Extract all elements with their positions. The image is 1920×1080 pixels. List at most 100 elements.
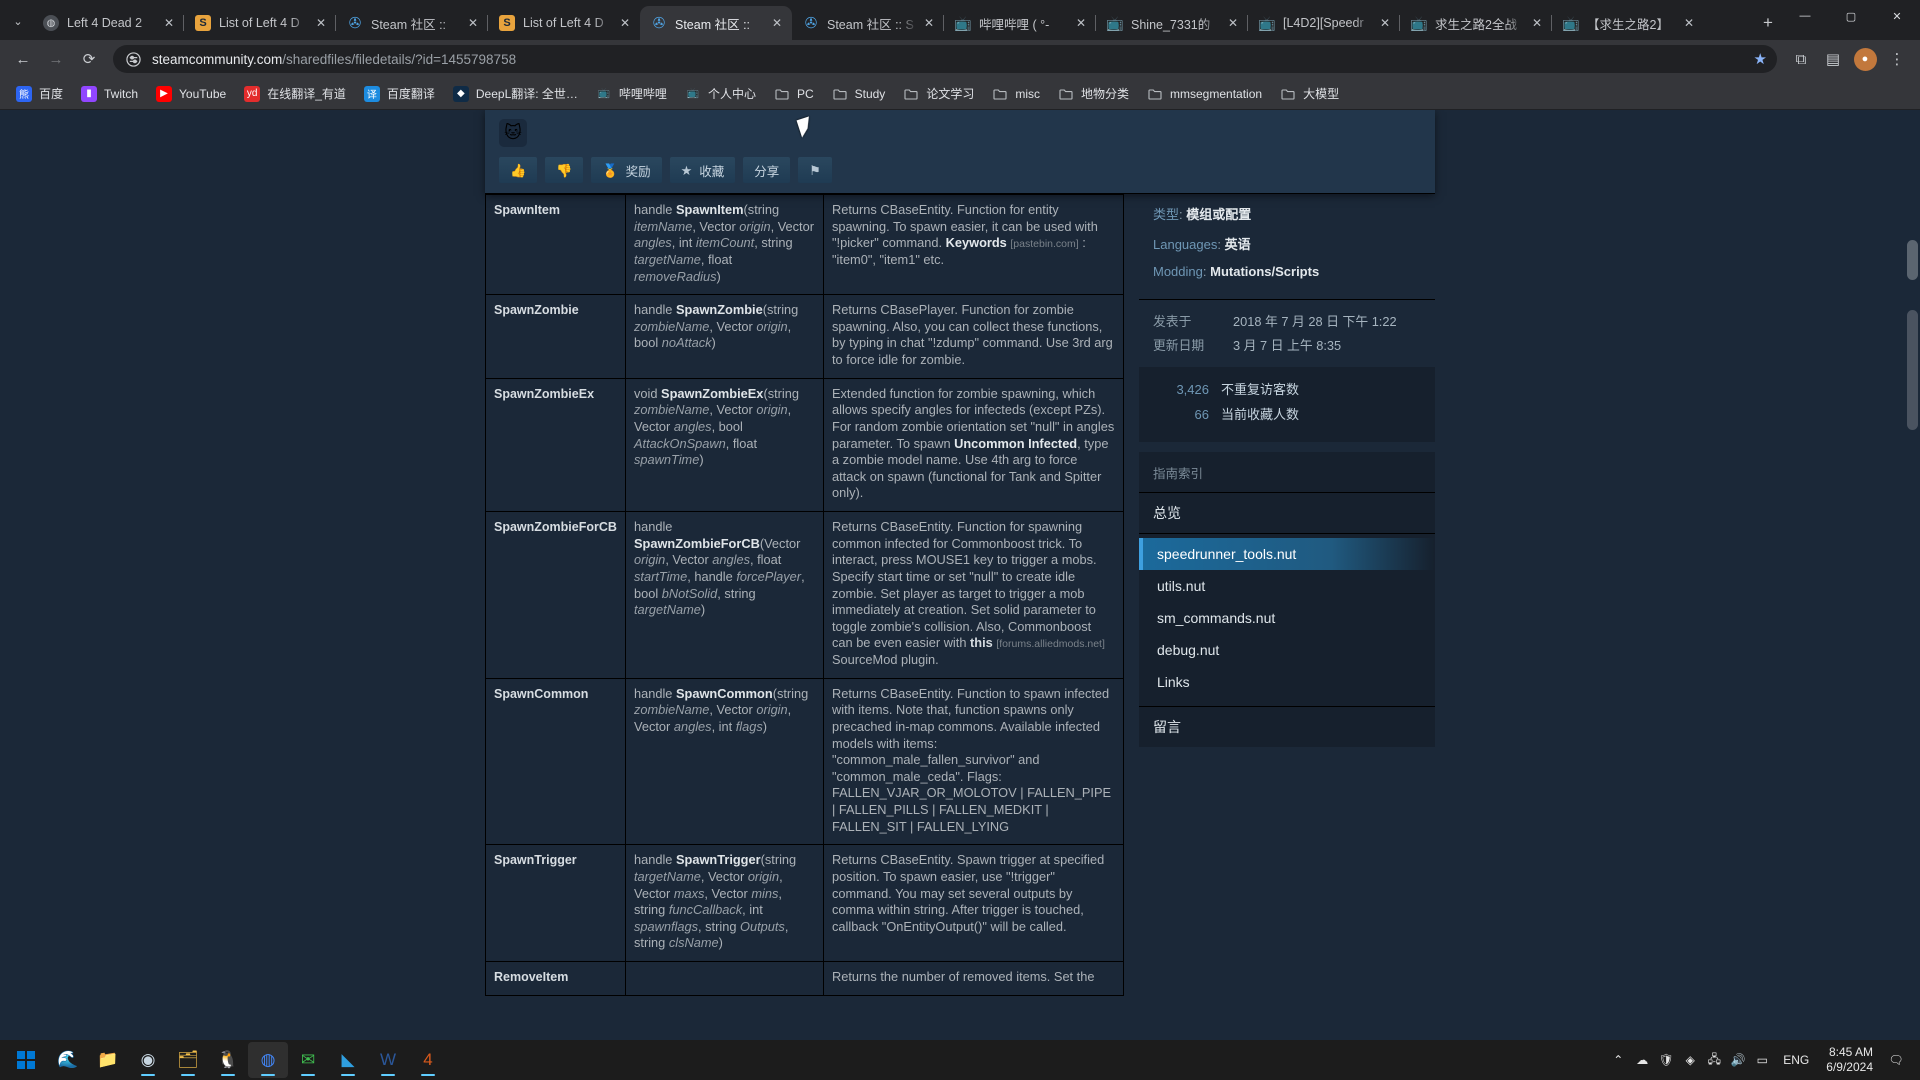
browser-tab[interactable]: ✇ Steam 社区 :: ✕ <box>335 6 488 40</box>
index-item-overview[interactable]: 总览 <box>1139 493 1435 534</box>
browser-tab[interactable]: ✇ Steam 社区 :: ✕ <box>640 6 792 40</box>
language-indicator[interactable]: ENG <box>1777 1053 1815 1067</box>
extensions-icon[interactable]: ⧉ <box>1786 44 1816 74</box>
browser-tab[interactable]: ✇ Steam 社区 :: S ✕ <box>792 6 944 40</box>
tab-close-button[interactable]: ✕ <box>920 14 938 32</box>
bookmark-item[interactable]: 译百度翻译 <box>356 82 443 106</box>
index-item[interactable]: debug.nut <box>1139 634 1435 666</box>
bookmark-star-icon[interactable]: ★ <box>1754 50 1767 68</box>
chevron-up-icon[interactable]: ⌃ <box>1606 1045 1630 1075</box>
tab-close-button[interactable]: ✕ <box>1376 14 1394 32</box>
tab-title: [L4D2][Speedr <box>1283 16 1364 30</box>
notification-center-icon[interactable]: 🗨 <box>1884 1045 1908 1075</box>
start-button[interactable] <box>4 1042 48 1078</box>
bookmark-item[interactable]: Study <box>824 82 894 106</box>
page-scrollbar[interactable] <box>1905 110 1920 1040</box>
forward-button[interactable]: → <box>41 44 71 74</box>
taskbar-qq-icon[interactable]: 🐧 <box>208 1042 248 1078</box>
bookmark-item[interactable]: 大模型 <box>1272 82 1347 106</box>
back-button[interactable]: ← <box>8 44 38 74</box>
taskbar-word-icon[interactable]: W <box>368 1042 408 1078</box>
taskbar-edge-icon[interactable]: 🌊 <box>48 1042 88 1078</box>
taskbar-explorer-icon[interactable]: 📁 <box>88 1042 128 1078</box>
award-button[interactable]: 🏅 奖励 <box>591 157 662 183</box>
taskbar-files-icon[interactable]: 🗂 <box>168 1042 208 1078</box>
taskbar-vscode-icon[interactable]: ◣ <box>328 1042 368 1078</box>
tab-close-button[interactable]: ✕ <box>616 14 634 32</box>
bookmark-item[interactable]: ◆ DeepL翻译: 全世… <box>445 82 586 106</box>
bookmark-item[interactable]: ▮ Twitch <box>73 82 146 106</box>
maximize-button[interactable]: ▢ <box>1828 0 1874 32</box>
bookmark-item[interactable]: mmsegmentation <box>1139 82 1270 106</box>
profile-avatar[interactable]: ● <box>1850 44 1880 74</box>
index-item[interactable]: Links <box>1139 666 1435 698</box>
thumbs-down-button[interactable]: 👎 <box>545 157 584 183</box>
bookmark-item[interactable]: 📺 个人中心 <box>677 82 764 106</box>
thumbs-up-button[interactable]: 👍 <box>499 157 538 183</box>
bookmark-item[interactable]: 熊百度 <box>8 82 71 106</box>
bookmark-item[interactable]: ▶ YouTube <box>148 82 234 106</box>
tab-close-button[interactable]: ✕ <box>312 14 330 32</box>
detail-type: 类型: 模组或配置 <box>1153 207 1252 222</box>
browser-tab[interactable]: 📺 [L4D2][Speedr ✕ <box>1247 6 1400 40</box>
new-tab-button[interactable]: + <box>1754 9 1782 37</box>
bookmark-item[interactable]: misc <box>984 82 1048 106</box>
clock[interactable]: 8:45 AM 6/9/2024 <box>1818 1045 1881 1075</box>
bilibili-icon: 📺 <box>1258 14 1276 31</box>
network-icon[interactable]: 🖧 <box>1702 1045 1726 1075</box>
tab-close-button[interactable]: ✕ <box>160 14 178 32</box>
taskbar-chrome-icon[interactable]: ◍ <box>248 1042 288 1078</box>
site-settings-icon[interactable] <box>125 51 141 67</box>
chrome-menu-button[interactable]: ⋮ <box>1882 44 1912 74</box>
bookmark-item[interactable]: PC <box>766 82 822 106</box>
share-button[interactable]: 分享 <box>743 157 791 183</box>
browser-tab[interactable]: 📺 【求生之路2】 ✕ <box>1551 6 1704 40</box>
battery-icon[interactable]: ▭ <box>1750 1045 1774 1075</box>
index-item[interactable]: utils.nut <box>1139 570 1435 602</box>
detail-languages: Languages: 英语 <box>1153 237 1251 252</box>
app-tray-icon[interactable]: ◈ <box>1678 1045 1702 1075</box>
flag-button[interactable]: ⚑ <box>798 157 832 183</box>
index-item[interactable]: sm_commands.nut <box>1139 602 1435 634</box>
tab-search-button[interactable]: ⌄ <box>4 4 32 38</box>
media-control-icon[interactable]: ▤ <box>1818 44 1848 74</box>
bookmark-label: misc <box>1015 86 1040 101</box>
tab-close-button[interactable]: ✕ <box>464 14 482 32</box>
tab-close-button[interactable]: ✕ <box>1528 14 1546 32</box>
bookmark-item[interactable]: 📺 哔哩哔哩 <box>588 82 675 106</box>
reload-button[interactable]: ⟳ <box>74 44 104 74</box>
close-window-button[interactable]: ✕ <box>1874 0 1920 32</box>
taskbar-l4d2-icon[interactable]: 4 <box>408 1042 448 1078</box>
cloud-icon[interactable]: ☁ <box>1630 1045 1654 1075</box>
browser-tab[interactable]: S List of Left 4 D ✕ <box>183 6 336 40</box>
tab-close-button[interactable]: ✕ <box>1680 14 1698 32</box>
bookmark-item[interactable]: yd 在线翻译_有道 <box>236 82 354 106</box>
bookmark-label: 哔哩哔哩 <box>618 87 667 101</box>
browser-tab[interactable]: 📺 Shine_7331的 ✕ <box>1095 6 1248 40</box>
browser-tab[interactable]: 📺 哔哩哔哩 ( °- ✕ <box>943 6 1096 40</box>
function-row: RemoveItem Returns the number of removed … <box>485 961 1124 996</box>
address-bar[interactable]: steamcommunity.com/sharedfiles/filedetai… <box>113 45 1777 73</box>
minimize-button[interactable]: — <box>1782 0 1828 32</box>
tab-title: Steam 社区 :: <box>675 17 751 32</box>
taskbar-steam-icon[interactable]: ◉ <box>128 1042 168 1078</box>
index-item-comments[interactable]: 留言 <box>1139 707 1435 747</box>
avatar: ● <box>1853 47 1877 71</box>
browser-tab[interactable]: ◍ Left 4 Dead 2 ✕ <box>32 6 184 40</box>
tab-close-button[interactable]: ✕ <box>1224 14 1242 32</box>
index-item[interactable]: speedrunner_tools.nut <box>1139 538 1435 570</box>
tab-close-button[interactable]: ✕ <box>1072 14 1090 32</box>
scrollbar-thumb[interactable] <box>1907 310 1918 430</box>
taskbar-wechat-icon[interactable]: ✉ <box>288 1042 328 1078</box>
scrollbar-thumb-top[interactable] <box>1907 240 1918 280</box>
bookmark-item[interactable]: 地物分类 <box>1050 82 1137 106</box>
bookmark-label: YouTube <box>179 86 227 101</box>
tab-close-button[interactable]: ✕ <box>768 14 786 32</box>
browser-tab[interactable]: S List of Left 4 D ✕ <box>487 6 640 40</box>
bookmark-item[interactable]: 论文学习 <box>895 82 982 106</box>
browser-tab[interactable]: 📺 求生之路2全战 ✕ <box>1399 6 1552 40</box>
shield-icon[interactable]: 🛡 <box>1654 1045 1678 1075</box>
volume-icon[interactable]: 🔊 <box>1726 1045 1750 1075</box>
bookmark-label: 百度翻译 <box>386 87 435 101</box>
star-button[interactable]: ★ 收藏 <box>669 157 736 183</box>
